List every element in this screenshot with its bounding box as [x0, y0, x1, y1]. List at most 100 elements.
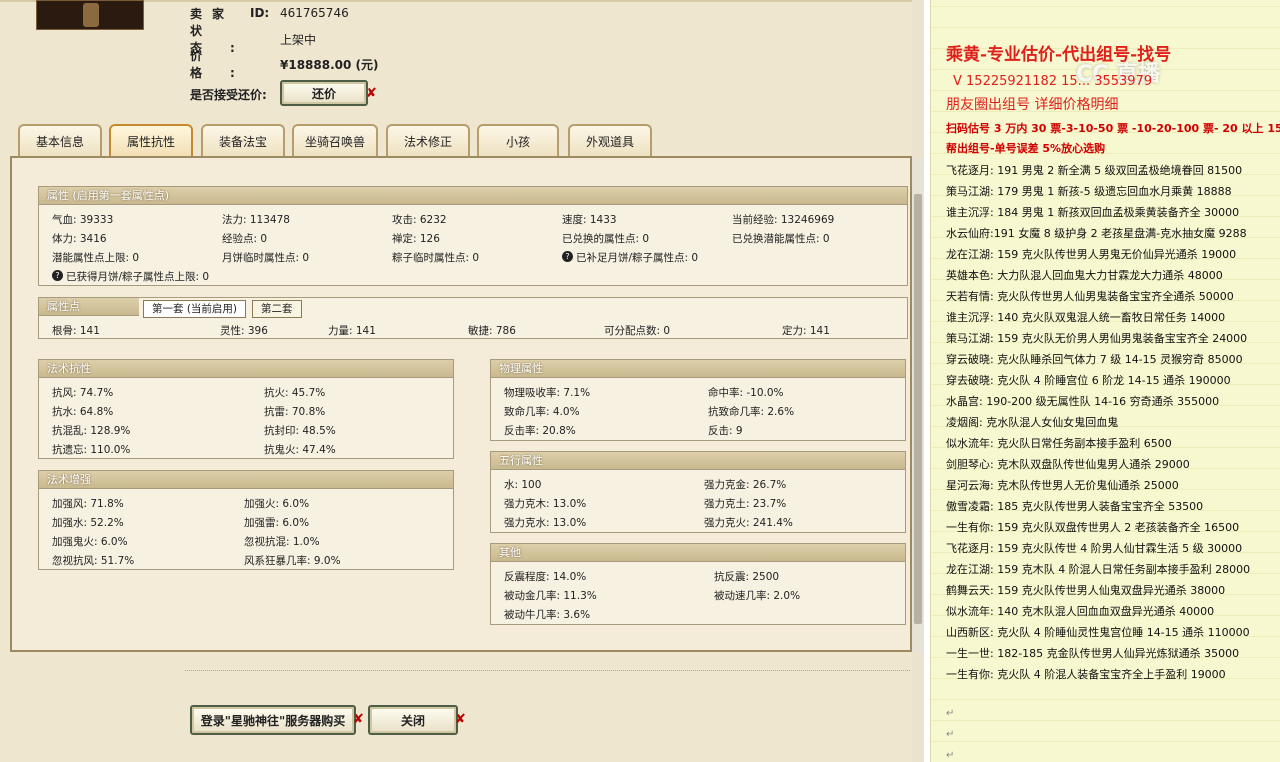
notes-entry: 飞花逐月: 191 男鬼 2 新全满 5 级双回孟极绝境眷回 81500: [946, 164, 1243, 177]
notes-entry: 谁主沉浮: 140 克火队双鬼混人统一畜牧日常任务 14000: [946, 311, 1226, 324]
empty-line-marker: ↵: [946, 750, 955, 761]
bargain-row: 是否接受还价:: [190, 85, 267, 103]
notes-entry: 飞花逐月: 159 克火队传世 4 阶男人仙甘霖生活 5 级 30000: [946, 542, 1243, 555]
notes-subtitle: 朋友圈出组号 详细价格明细: [946, 97, 1119, 113]
panel-scrollbar[interactable]: [912, 158, 924, 652]
points-tab-second[interactable]: 第二套: [252, 300, 302, 318]
notes-entry: 傲雪凌霜: 185 克火队传世男人装备宝宝齐全 53500: [946, 500, 1204, 513]
notes-entry: 穿云破晓: 克火队睡杀回气体力 7 级 14-15 灵猴穷奇 85000: [946, 353, 1243, 366]
notes-entry: 一生有你: 克火队 4 阶混人装备宝宝齐全上手盈利 19000: [946, 668, 1226, 681]
elements-value: 强力克火: 241.4%: [704, 517, 793, 529]
notes-service-line: 帮出组号-单号误差 5%放心选购: [946, 142, 1106, 155]
notes-entry: 剑胆琴心: 克木队双盘队传世仙鬼男人通杀 29000: [946, 458, 1190, 471]
attr-value: 速度: 1433: [562, 214, 617, 226]
magic-boost-value: 加强鬼火: 6.0%: [52, 536, 128, 548]
notes-entry: 天若有情: 克火队传世男人仙男鬼装备宝宝齐全通杀 50000: [946, 290, 1234, 303]
magic-resist-value: 抗遗忘: 110.0%: [52, 444, 131, 456]
elements-value: 强力克金: 26.7%: [704, 479, 787, 491]
seller-id-prefix: ID:: [250, 6, 270, 20]
notes-entry: 英雄本色: 大力队混人回血鬼大力甘霖龙大力通杀 48000: [946, 269, 1223, 282]
attr-value: 已补足月饼/粽子属性点: 0: [576, 252, 699, 264]
notes-entry: 似水流年: 140 克木队混人回血血双盘异光通杀 40000: [946, 605, 1215, 618]
tab-child[interactable]: 小孩: [477, 124, 559, 156]
game-window: 卖家 ID: 461765746 状态: 上架中 价格: ¥18888.00 (…: [0, 0, 924, 762]
scrollbar-thumb[interactable]: [914, 194, 922, 624]
attributes-header: 属性 (启用第一套属性点): [39, 187, 907, 205]
notes-entry: 水云仙府:191 女魔 8 级护身 2 老孩星盘满-克水抽女魔 9288: [946, 227, 1247, 240]
attr-value: 禅定: 126: [392, 233, 440, 245]
physical-value: 致命几率: 4.0%: [504, 406, 580, 418]
magic-boost-value: 加强火: 6.0%: [244, 498, 310, 510]
notes-entry: 似水流年: 克火队日常任务副本接手盈利 6500: [946, 437, 1172, 450]
magic-boost-value: 加强风: 71.8%: [52, 498, 124, 510]
magic-resist-value: 抗水: 64.8%: [52, 406, 114, 418]
seller-label: 卖家: [190, 6, 235, 21]
magic-resist-value: 抗封印: 48.5%: [264, 425, 336, 437]
point-value: 可分配点数: 0: [604, 325, 671, 337]
tab-mounts-summons[interactable]: 坐骑召唤兽: [292, 124, 378, 156]
elements-value: 强力克水: 13.0%: [504, 517, 587, 529]
notes-entry: 凌烟阁: 克水队混人女仙女鬼回血鬼: [946, 416, 1119, 429]
seller-id-row: 卖家 ID: 461765746: [190, 4, 349, 22]
price-value: ¥18888.00 (元): [280, 57, 379, 72]
attr-value: 已兑换潜能属性点: 0: [732, 233, 830, 245]
notes-entry: 水晶宫: 190-200 级无属性队 14-16 穷奇通杀 355000: [946, 395, 1220, 408]
tab-equipment[interactable]: 装备法宝: [201, 124, 285, 156]
bottom-divider: [185, 670, 910, 671]
tab-attributes[interactable]: 属性抗性: [109, 124, 193, 156]
elements-value: 强力克土: 23.7%: [704, 498, 787, 510]
physical-value: 物理吸收率: 7.1%: [504, 387, 591, 399]
help-icon[interactable]: ?: [52, 270, 63, 281]
price-label: 价格:: [190, 49, 263, 80]
notes-entry: 策马江湖: 179 男鬼 1 新孩-5 级遗忘回血水月乘黄 18888: [946, 185, 1232, 198]
notes-entry: 鹤舞云天: 159 克火队传世男人仙鬼双盘异光通杀 38000: [946, 584, 1226, 597]
attr-value: 当前经验: 13246969: [732, 214, 835, 226]
point-value: 根骨: 141: [52, 325, 100, 337]
empty-line-marker: ↵: [946, 729, 955, 740]
physical-value: 命中率: -10.0%: [708, 387, 784, 399]
status-row: 状态: 上架中: [190, 24, 316, 55]
elements-value: 水: 100: [504, 479, 542, 491]
point-value: 敏捷: 786: [468, 325, 516, 337]
point-value: 定力: 141: [782, 325, 830, 337]
point-value: 灵性: 396: [220, 325, 268, 337]
physical-header: 物理属性: [491, 360, 905, 378]
price-row: 价格: ¥18888.00 (元): [190, 49, 379, 80]
notes-entry: 穿去破晓: 克火队 4 阶睡宫位 6 阶龙 14-15 通杀 190000: [946, 374, 1231, 387]
attr-value: 法力: 113478: [222, 214, 290, 226]
attr-value: 粽子临时属性点: 0: [392, 252, 480, 264]
tab-spell-correction[interactable]: 法术修正: [386, 124, 470, 156]
notes-entry: 策马江湖: 159 克火队无价男人男仙男鬼装备宝宝齐全 24000: [946, 332, 1248, 345]
physical-value: 抗致命几率: 2.6%: [708, 406, 795, 418]
buy-x-icon: ✘: [353, 712, 364, 727]
notes-entry: 谁主沉浮: 184 男鬼 1 新孩双回血孟极乘黄装备齐全 30000: [946, 206, 1240, 219]
attr-value: 经验点: 0: [222, 233, 268, 245]
notes-entry: 龙在江湖: 159 克火队传世男人男鬼无价仙异光通杀 19000: [946, 248, 1237, 261]
magic-resist-value: 抗风: 74.7%: [52, 387, 114, 399]
magic-resist-value: 抗鬼火: 47.4%: [264, 444, 336, 456]
other-value: 反震程度: 14.0%: [504, 571, 587, 583]
tab-appearance[interactable]: 外观道具: [568, 124, 652, 156]
other-header: 其他: [491, 544, 905, 562]
bargain-label: 是否接受还价:: [190, 87, 267, 102]
magic-resist-value: 抗雷: 70.8%: [264, 406, 326, 418]
bargain-button[interactable]: 还价: [280, 80, 368, 106]
magic-boost-value: 加强雷: 6.0%: [244, 517, 310, 529]
empty-line-marker: ↵: [946, 708, 955, 719]
other-value: 抗反震: 2500: [714, 571, 780, 583]
buy-server-button[interactable]: 登录"星驰神往"服务器购买: [190, 705, 356, 735]
help-icon[interactable]: ?: [562, 251, 573, 262]
notes-entry: 星河云海: 克木队传世男人无价鬼仙通杀 25000: [946, 479, 1179, 492]
notes-entry: 一生一世: 182-185 克金队传世男人仙异光炼狱通杀 35000: [946, 647, 1240, 660]
physical-value: 反击率: 20.8%: [504, 425, 576, 437]
points-tab-first[interactable]: 第一套 (当前启用): [143, 300, 247, 318]
close-x-icon: ✘: [455, 712, 466, 727]
points-header: 属性点: [39, 298, 139, 316]
point-value: 力量: 141: [328, 325, 376, 337]
notes-entry: 龙在江湖: 159 克木队 4 阶混人日常任务副本接手盈利 28000: [946, 563, 1251, 576]
attr-value: 体力: 3416: [52, 233, 107, 245]
attr-note: 已获得月饼/粽子属性点上限: 0: [66, 271, 210, 283]
notes-panel: 乘黄-专业估价-代出组号-找号 CC 直播 V 15225921182 15..…: [930, 0, 1280, 762]
tab-basic-info[interactable]: 基本信息: [18, 124, 102, 156]
close-button[interactable]: 关闭: [368, 705, 458, 735]
